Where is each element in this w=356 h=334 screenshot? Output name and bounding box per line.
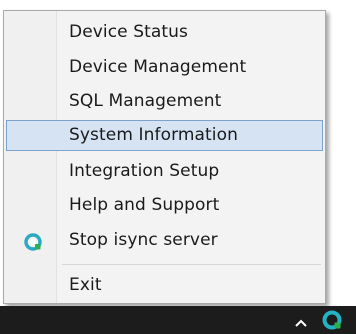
isync-tray-icon[interactable] <box>322 310 342 330</box>
screen: Device Status Device Management SQL Mana… <box>0 0 356 334</box>
menu-item-help-and-support[interactable]: Help and Support <box>6 190 323 221</box>
menu-item-label: Device Management <box>69 57 247 77</box>
menu-item-device-management[interactable]: Device Management <box>6 52 323 83</box>
menu-item-device-status[interactable]: Device Status <box>6 17 323 48</box>
menu-item-label: SQL Management <box>69 91 222 111</box>
menu-item-sql-management[interactable]: SQL Management <box>6 86 323 117</box>
menu-item-label: Exit <box>69 275 102 295</box>
menu-item-label: Device Status <box>69 22 189 42</box>
menu-item-label: System Information <box>69 125 239 145</box>
taskbar <box>0 306 356 334</box>
chevron-up-icon[interactable] <box>294 314 308 327</box>
tray-context-menu: Device Status Device Management SQL Mana… <box>3 10 326 304</box>
menu-item-label: Help and Support <box>69 195 220 215</box>
menu-item-integration-setup[interactable]: Integration Setup <box>6 156 323 187</box>
menu-item-label: Stop isync server <box>69 230 218 250</box>
menu-item-system-information[interactable]: System Information <box>6 120 323 151</box>
menu-item-exit[interactable]: Exit <box>6 270 323 301</box>
isync-server-icon <box>24 233 42 251</box>
menu-separator <box>62 264 321 265</box>
menu-item-stop-isync-server[interactable]: Stop isync server <box>6 225 323 256</box>
menu-item-label: Integration Setup <box>69 161 220 181</box>
